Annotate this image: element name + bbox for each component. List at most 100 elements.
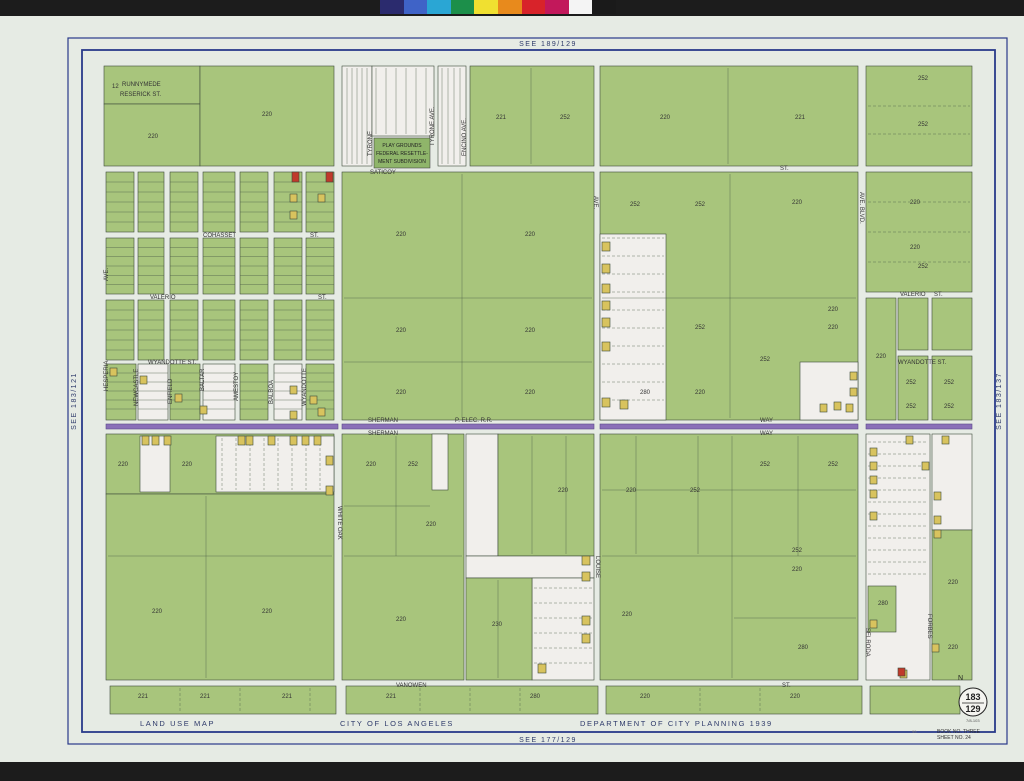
code-label: 221 xyxy=(496,115,507,121)
block xyxy=(599,433,859,681)
street-valerio-east: VALERIO xyxy=(900,292,926,298)
code-label: 252 xyxy=(906,380,917,386)
yellow-lot xyxy=(139,375,148,385)
code-label: 220 xyxy=(262,112,273,118)
block xyxy=(465,577,533,681)
street-baltar: BALTAR xyxy=(200,368,206,391)
map-sheet: SEE 189/129 SEE 177/129 SEE 183/121 SEE … xyxy=(0,16,1024,762)
code-label: 220 xyxy=(910,200,921,206)
yellow-lot xyxy=(581,555,591,566)
code-label: 220 xyxy=(396,617,407,623)
block xyxy=(465,555,595,579)
code-label: 220 xyxy=(525,232,536,238)
code-label: 220 xyxy=(828,325,839,331)
yellow-lot xyxy=(601,317,611,328)
street-runnymede: RUNNYMEDE xyxy=(122,82,161,88)
street-way: WAY xyxy=(760,418,773,424)
yellow-lot xyxy=(581,615,591,626)
yellow-lot xyxy=(869,511,878,521)
code-label: 12 xyxy=(112,84,119,90)
yellow-lot xyxy=(141,435,150,446)
street-forbes: FORBES xyxy=(926,614,932,639)
block xyxy=(465,433,499,557)
yellow-lot xyxy=(289,210,298,220)
color-swatch xyxy=(545,0,569,14)
block xyxy=(202,363,236,421)
yellow-lot xyxy=(301,435,310,446)
yellow-lot xyxy=(619,399,629,410)
code-label: 221 xyxy=(138,694,149,700)
code-label: 280 xyxy=(530,694,541,700)
yellow-lot xyxy=(941,435,950,445)
yellow-lot xyxy=(833,401,842,411)
yellow-lot xyxy=(289,385,298,395)
block xyxy=(273,363,303,421)
code-label: 220 xyxy=(148,134,159,140)
see-bottom-label: SEE 177/129 xyxy=(519,737,577,744)
code-label: 220 xyxy=(640,694,651,700)
railroad-strip xyxy=(105,423,339,430)
block xyxy=(497,433,595,557)
sheet-number-bottom: 129 xyxy=(965,704,980,714)
red-lot xyxy=(897,667,906,677)
code-label: 220 xyxy=(790,694,801,700)
yellow-lot xyxy=(237,435,246,446)
street-avenue-mid: AVE. xyxy=(592,196,598,210)
yellow-lot xyxy=(849,387,858,397)
block xyxy=(137,363,169,421)
yellow-lot xyxy=(245,435,254,446)
street-vanowen: VANOWEN xyxy=(396,683,427,689)
color-swatch xyxy=(450,0,475,14)
street-cohasset-st: ST. xyxy=(310,233,319,239)
yellow-lot xyxy=(199,405,208,415)
street-enfield: ENFIELD xyxy=(168,378,174,404)
footer-city: CITY OF LOS ANGELES xyxy=(340,719,454,728)
block xyxy=(869,685,961,715)
yellow-lot xyxy=(163,435,172,446)
block xyxy=(431,433,449,491)
block xyxy=(605,685,863,715)
code-label: 220 xyxy=(118,462,129,468)
code-label: 252 xyxy=(690,488,701,494)
yellow-lot xyxy=(601,397,611,408)
yellow-lot xyxy=(581,571,591,582)
block xyxy=(371,65,435,137)
street-way-south: WAY xyxy=(760,431,773,437)
street-selroda: SELRODA xyxy=(864,628,870,657)
block xyxy=(105,493,335,681)
yellow-lot xyxy=(819,403,828,413)
street-louise: LOUISE xyxy=(594,556,600,578)
code-label: 220 xyxy=(182,462,193,468)
street-valerio-east-st: ST. xyxy=(934,292,943,298)
yellow-lot xyxy=(601,263,611,274)
code-label: 220 xyxy=(622,612,633,618)
tile-code: 7/8-103 xyxy=(966,718,980,723)
block xyxy=(931,529,973,681)
street-saticoy-st: ST. xyxy=(780,166,789,172)
yellow-lot xyxy=(849,371,858,381)
railroad-strip xyxy=(599,423,859,430)
street-valerio-st: ST. xyxy=(318,295,327,301)
street-tyrone-ave: TYRONE AVE. xyxy=(430,106,436,146)
code-label: 280 xyxy=(798,645,809,651)
see-left-label: SEE 183/121 xyxy=(71,372,78,430)
code-label: 221 xyxy=(795,115,806,121)
street-valerio: VALERIO xyxy=(150,295,176,301)
code-label: 220 xyxy=(396,232,407,238)
code-label: 220 xyxy=(396,328,407,334)
street-newcastle: NEWCASTLE xyxy=(134,369,140,406)
code-label: 221 xyxy=(386,694,397,700)
street-white-oak: WHITE OAK xyxy=(336,506,342,540)
yellow-lot xyxy=(905,435,914,445)
color-swatch xyxy=(592,0,616,14)
code-label: 280 xyxy=(640,390,651,396)
playground-line-2: FEDERAL RESETTLE- xyxy=(376,151,428,157)
yellow-lot xyxy=(325,455,334,466)
code-label: 220 xyxy=(558,488,569,494)
code-label: 252 xyxy=(760,462,771,468)
street-tyrone-vertical: TYRONE xyxy=(368,131,374,156)
yellow-lot xyxy=(289,193,298,203)
code-label: 252 xyxy=(630,202,641,208)
red-lot xyxy=(291,171,300,183)
see-top-label: SEE 189/129 xyxy=(519,41,577,48)
